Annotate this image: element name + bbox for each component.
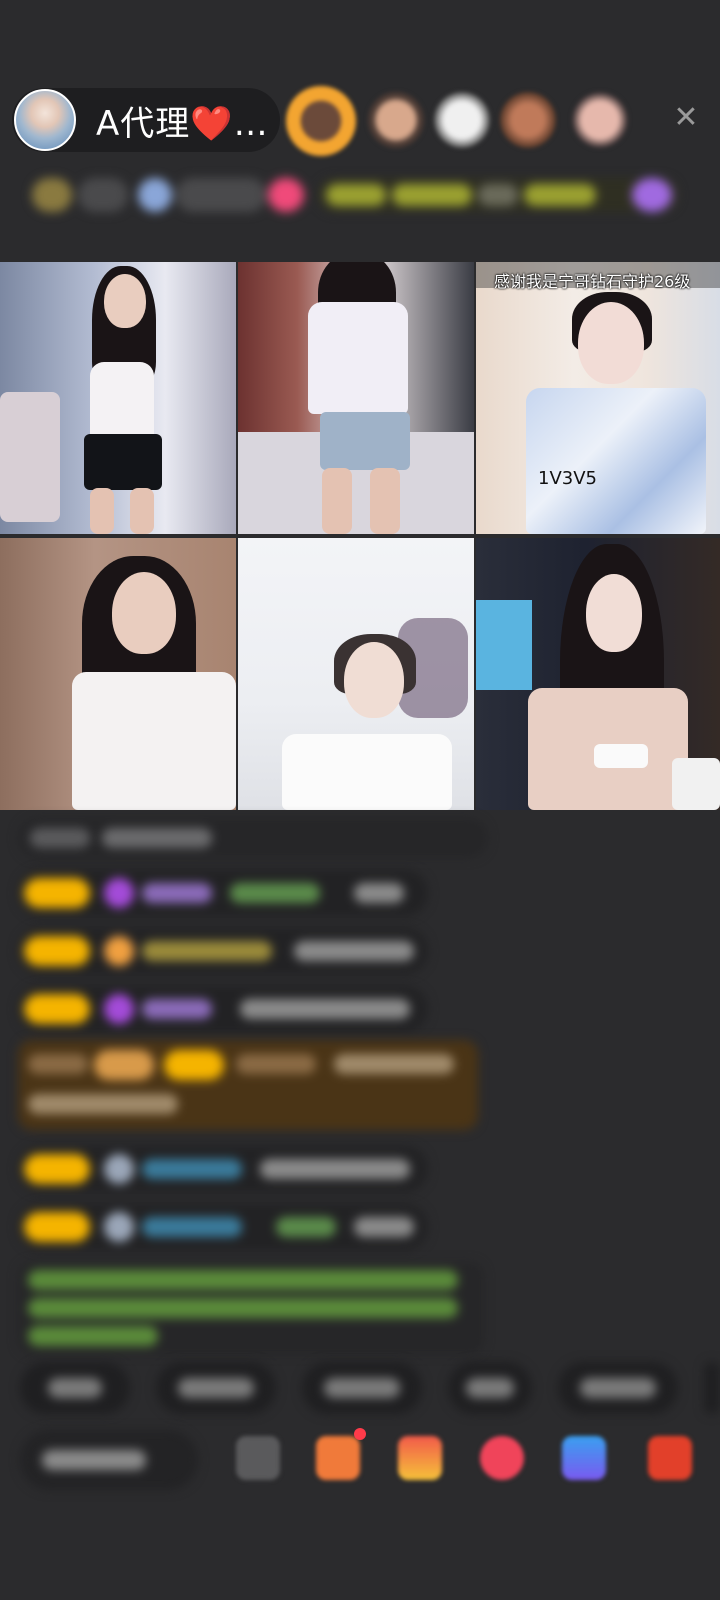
video-tile-5[interactable] [238,538,474,810]
video-tile-2[interactable] [238,262,474,534]
chat-message-highlight[interactable] [18,1040,478,1130]
tile-3-overlay-text: 1V3V5 [538,468,597,489]
host-info-pill[interactable]: A代理❤️… [12,88,280,152]
video-tile-1[interactable] [0,262,236,534]
notification-dot [354,1428,366,1440]
video-tile-4[interactable] [0,538,236,810]
video-tile-3[interactable]: 感谢我是宁哥钻石守护26级 1V3V5 [476,262,720,534]
viewer-avatar-4[interactable] [500,92,556,148]
room-status-strip[interactable] [26,172,698,218]
game-icon[interactable] [562,1436,606,1480]
quick-reply-2[interactable] [156,1362,276,1414]
close-icon[interactable]: ✕ [672,103,700,133]
shop-icon[interactable] [648,1436,692,1480]
quick-reply-6[interactable] [704,1362,720,1414]
viewer-avatar-3[interactable] [434,92,490,148]
chat-message-notice [18,1262,484,1354]
chat-message-system [18,818,488,858]
quick-reply-4[interactable] [448,1362,532,1414]
quick-reply-3[interactable] [302,1362,422,1414]
gift-box-icon[interactable] [316,1436,360,1480]
emoji-icon[interactable] [236,1436,280,1480]
host-name: A代理❤️… [96,103,269,144]
heart-gift-icon[interactable] [480,1436,524,1480]
viewer-avatar-1[interactable] [286,86,356,156]
viewer-avatar-5[interactable] [572,92,628,148]
quick-reply-5[interactable] [558,1362,678,1414]
video-tile-6[interactable] [476,538,720,810]
host-avatar-icon[interactable] [14,89,76,151]
chat-message[interactable] [18,1204,428,1250]
chat-message[interactable] [18,1146,428,1192]
chat-message[interactable] [18,870,428,916]
tile-3-banner: 感谢我是宁哥钻石守护26级 [494,272,691,291]
viewer-avatar-2[interactable] [368,92,424,148]
chat-message[interactable] [18,928,428,974]
comment-input[interactable] [20,1430,198,1490]
chat-message[interactable] [18,986,428,1032]
red-packet-icon[interactable] [398,1436,442,1480]
quick-reply-1[interactable] [20,1362,130,1414]
